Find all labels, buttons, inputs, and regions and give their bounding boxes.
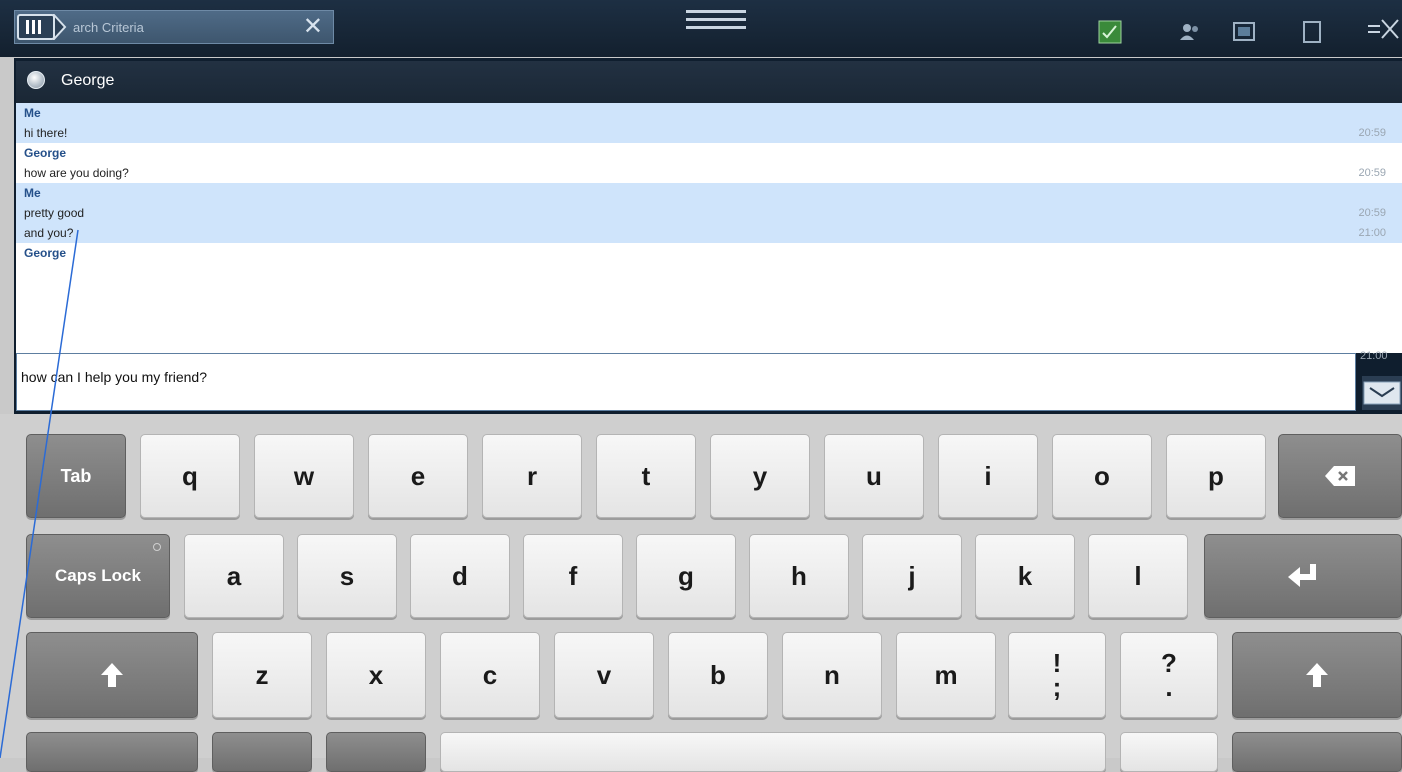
key-d[interactable]: d: [410, 534, 510, 618]
presence-icon[interactable]: [1098, 20, 1122, 44]
message-text: hi there! 20:59: [16, 123, 1402, 143]
enter-icon: [1288, 564, 1316, 587]
settings-key[interactable]: [1232, 732, 1402, 772]
message-input-text: how can I help you my friend?: [21, 369, 207, 385]
symbols-key[interactable]: [26, 732, 198, 772]
contacts-icon[interactable]: [1178, 20, 1202, 44]
key-symbol-bottom: ;: [1052, 672, 1062, 702]
caps-indicator-icon: [153, 543, 161, 551]
key-g[interactable]: g: [636, 534, 736, 618]
on-screen-keyboard: Tab q w e r t y u i o p Caps Lock a s d …: [0, 414, 1402, 772]
key-x[interactable]: x: [326, 632, 426, 718]
key-k[interactable]: k: [975, 534, 1075, 618]
contact-header: George: [16, 61, 1402, 103]
key-t[interactable]: t: [596, 434, 696, 518]
key-h[interactable]: h: [749, 534, 849, 618]
backspace-icon: [1325, 466, 1355, 486]
caps-lock-key[interactable]: Caps Lock: [26, 534, 170, 618]
key-c[interactable]: c: [440, 632, 540, 718]
key-m[interactable]: m: [896, 632, 996, 718]
key-question[interactable]: ?.: [1120, 632, 1218, 718]
key-b[interactable]: b: [668, 632, 768, 718]
message-list[interactable]: Me hi there! 20:59 George how are you doi…: [16, 103, 1402, 353]
key-i[interactable]: i: [938, 434, 1038, 518]
message-group: George how are you doing? 20:59: [16, 143, 1402, 183]
key-r[interactable]: r: [482, 434, 582, 518]
key-e[interactable]: e: [368, 434, 468, 518]
message-text: how are you doing? 20:59: [16, 163, 1402, 183]
key-a[interactable]: a: [184, 534, 284, 618]
tab-key[interactable]: Tab: [26, 434, 126, 518]
shift-left-key[interactable]: [26, 632, 198, 718]
backspace-key[interactable]: [1278, 434, 1402, 518]
key-n[interactable]: n: [782, 632, 882, 718]
hide-keyboard-button[interactable]: [1362, 376, 1402, 410]
key-q[interactable]: q: [140, 434, 240, 518]
message-body: and you?: [24, 226, 74, 240]
key-s[interactable]: s: [297, 534, 397, 618]
search-field[interactable]: arch Criteria ✕: [14, 10, 334, 44]
mic-key[interactable]: [326, 732, 426, 772]
message-body: how are you doing?: [24, 166, 129, 180]
message-text: and you? 21:00: [16, 223, 1402, 243]
message-time: 20:59: [1358, 167, 1386, 179]
key-o[interactable]: o: [1052, 434, 1152, 518]
message-group: Me hi there! 20:59: [16, 103, 1402, 143]
shift-icon: [1306, 663, 1328, 687]
clear-search-icon[interactable]: ✕: [303, 13, 323, 41]
message-group: Me pretty good 20:59 and you? 21:00: [16, 183, 1402, 243]
key-j[interactable]: j: [862, 534, 962, 618]
key-z[interactable]: z: [212, 632, 312, 718]
exit-icon[interactable]: [1366, 14, 1400, 48]
menu-icon[interactable]: [686, 10, 746, 32]
message-time: 20:59: [1358, 127, 1386, 139]
top-toolbar: arch Criteria ✕: [0, 0, 1402, 57]
key-exclamation[interactable]: !;: [1008, 632, 1106, 718]
key-y[interactable]: y: [710, 434, 810, 518]
app-logo-icon[interactable]: [17, 14, 67, 40]
key-f[interactable]: f: [523, 534, 623, 618]
caps-lock-label: Caps Lock: [55, 566, 141, 585]
enter-key[interactable]: [1204, 534, 1402, 618]
message-body: hi there!: [24, 126, 68, 140]
message-sender: Me: [24, 186, 41, 200]
screen-icon[interactable]: [1232, 20, 1256, 44]
message-sender: Me: [24, 106, 41, 120]
key-v[interactable]: v: [554, 632, 654, 718]
key-u[interactable]: u: [824, 434, 924, 518]
message-time: 21:00: [1358, 227, 1386, 239]
key-symbol-bottom: .: [1165, 672, 1173, 702]
key-p[interactable]: p: [1166, 434, 1266, 518]
message-text: [16, 263, 1402, 283]
status-icon: [27, 71, 45, 89]
shift-icon: [101, 663, 123, 687]
message-text: pretty good 20:59: [16, 203, 1402, 223]
emoji-key[interactable]: [212, 732, 312, 772]
message-time: 21:00: [1360, 350, 1388, 362]
message-time: 20:59: [1358, 207, 1386, 219]
window-icon[interactable]: [1300, 20, 1324, 44]
key-comma[interactable]: [1120, 732, 1218, 772]
message-sender: George: [24, 246, 67, 260]
space-key[interactable]: [440, 732, 1106, 772]
search-placeholder: arch Criteria: [73, 20, 144, 35]
key-w[interactable]: w: [254, 434, 354, 518]
key-l[interactable]: l: [1088, 534, 1188, 618]
message-input[interactable]: how can I help you my friend?: [16, 353, 1356, 411]
message-group: George: [16, 243, 1402, 283]
message-sender: George: [24, 146, 67, 160]
shift-right-key[interactable]: [1232, 632, 1402, 718]
message-body: pretty good: [24, 206, 85, 220]
contact-name: George: [61, 72, 115, 89]
chevron-down-icon: [1363, 381, 1401, 405]
